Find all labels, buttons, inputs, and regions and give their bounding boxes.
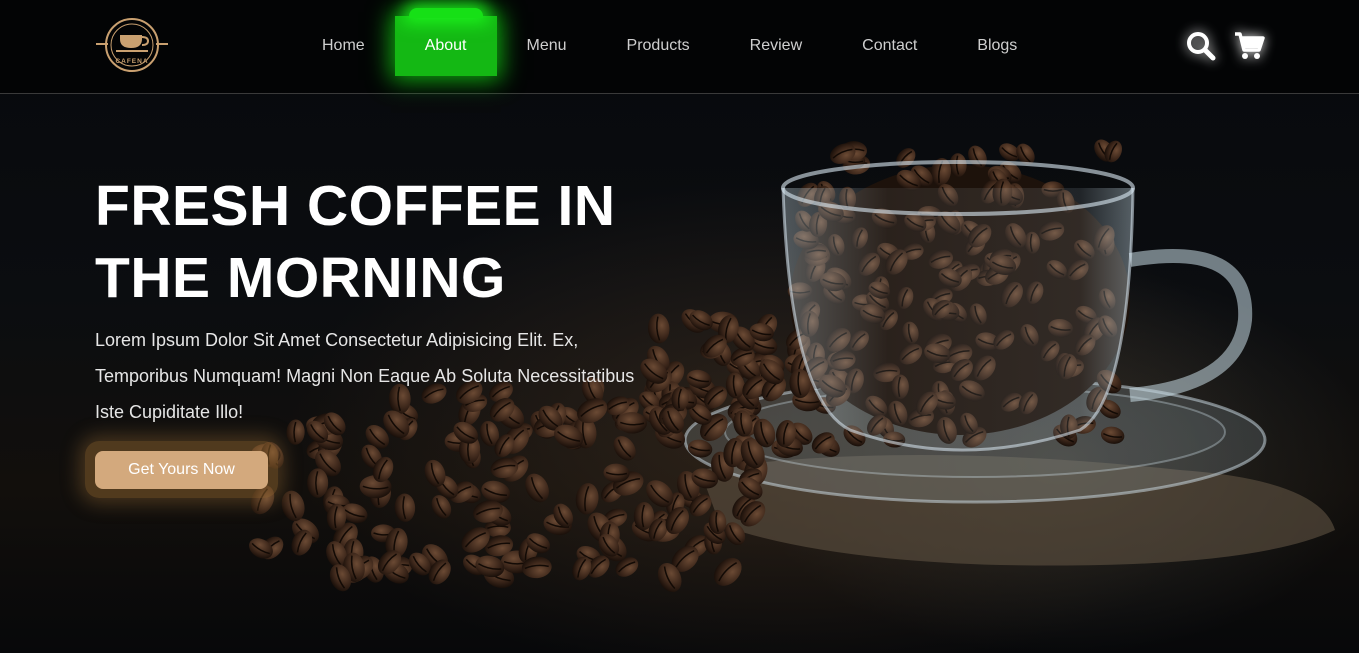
hero-title-line-1: FRESH COFFEE IN	[95, 174, 616, 238]
hero-description-line-1: Lorem Ipsum Dolor Sit Amet Consectetur A…	[95, 330, 579, 350]
nav-item-label: About	[424, 37, 467, 54]
hero-description: Lorem Ipsum Dolor Sit Amet Consectetur A…	[95, 322, 695, 430]
nav-item-label: Products	[626, 37, 690, 54]
nav-item-products[interactable]: Products	[597, 16, 720, 76]
nav-item-about[interactable]: About	[394, 8, 497, 76]
cart-icon	[1235, 32, 1265, 59]
search-icon	[1187, 32, 1216, 61]
search-button[interactable]	[1185, 30, 1217, 62]
nav-item-review[interactable]: Review	[720, 16, 832, 76]
nav-item-label: Menu	[526, 37, 567, 54]
hero-title-line-2: THE MORNING	[95, 246, 506, 310]
nav-item-label: Contact	[862, 37, 918, 54]
nav-item-menu[interactable]: Menu	[497, 16, 597, 76]
site-header: CAFENA Home About Menu Products Review C…	[0, 0, 1359, 94]
nav-item-contact[interactable]: Contact	[832, 16, 947, 76]
glass-cup	[781, 187, 1135, 452]
get-yours-now-button[interactable]: Get Yours Now	[95, 451, 268, 489]
nav-item-home[interactable]: Home	[292, 16, 395, 76]
hero-title: FRESH COFFEE IN THE MORNING	[95, 170, 715, 314]
cup-handle	[1128, 249, 1253, 402]
hero-description-line-3: Iste Cupiditate Illo!	[95, 402, 244, 422]
nav-item-label: Review	[749, 37, 803, 54]
main-nav: Home About Menu Products Review Contact …	[292, 8, 1047, 76]
cart-button[interactable]	[1233, 30, 1265, 62]
hero-description-line-2: Temporibus Numquam! Magni Non Eaque Ab S…	[95, 366, 635, 386]
nav-item-label: Blogs	[977, 37, 1018, 54]
nav-item-blogs[interactable]: Blogs	[947, 16, 1047, 76]
cafena-logo[interactable]: CAFENA	[94, 13, 170, 77]
nav-item-label: Home	[322, 37, 365, 54]
logo-text: CAFENA	[115, 58, 148, 65]
